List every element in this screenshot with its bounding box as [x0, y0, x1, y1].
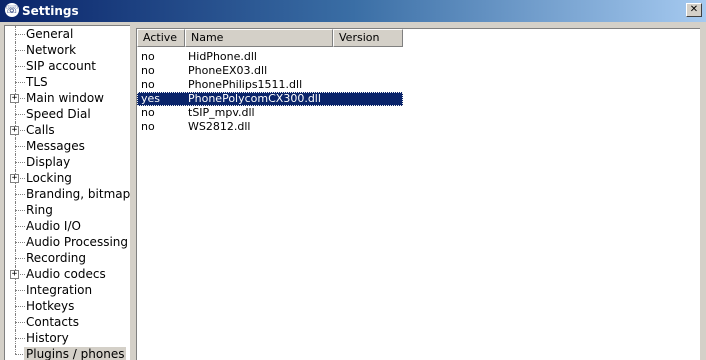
tree-item-label: Plugins / phones — [24, 347, 127, 360]
tree-item[interactable]: Plugins / phones — [5, 346, 129, 360]
tree-item[interactable]: Network — [5, 42, 129, 58]
name-cell: PhoneEX03.dll — [188, 64, 268, 77]
tree-item-label: Network — [26, 43, 77, 57]
tree-item-label: Locking — [26, 171, 72, 185]
tree-item-label: Recording — [26, 251, 87, 265]
tree-branch-line — [15, 50, 25, 51]
tree-item-label: Audio Processing — [26, 235, 128, 249]
tree-branch-line — [15, 66, 25, 67]
tree-item[interactable]: Speed Dial — [5, 106, 129, 122]
close-button[interactable]: ✕ — [686, 3, 702, 17]
column-header-version[interactable]: Version — [333, 29, 403, 47]
column-header-active[interactable]: Active — [137, 29, 185, 47]
table-row[interactable]: no WS2812.dll — [137, 120, 403, 134]
active-cell: no — [141, 106, 155, 119]
tree-item-label: Messages — [26, 139, 85, 153]
active-cell: no — [141, 120, 155, 133]
active-cell: no — [141, 78, 155, 91]
tree-item-label: Calls — [26, 123, 55, 137]
tree-item[interactable]: + Main window — [5, 90, 129, 106]
tree-branch-line — [15, 34, 25, 35]
tree-branch-line — [15, 114, 25, 115]
tree-branch-line — [15, 194, 25, 195]
tree-branch-line — [15, 306, 25, 307]
tree-item-label: Ring — [26, 203, 53, 217]
name-cell: PhonePhilips1511.dll — [188, 78, 303, 91]
title-bar: ☏ Settings ✕ — [0, 0, 706, 22]
tree-item-label: TLS — [26, 75, 48, 89]
plugins-list[interactable]: Active Name Version no HidPhone.dll no Phon… — [136, 28, 700, 360]
tree-item-label: Audio I/O — [26, 219, 81, 233]
tree-branch-line — [15, 322, 25, 323]
name-cell: PhonePolycomCX300.dll — [188, 92, 321, 105]
tree-item-label: Contacts — [26, 315, 79, 329]
tree-item[interactable]: + Audio codecs — [5, 266, 129, 282]
active-cell: no — [141, 50, 155, 63]
tree-item-label: Audio codecs — [26, 267, 106, 281]
name-cell: tSIP_mpv.dll — [188, 106, 255, 119]
tree-item[interactable]: Audio I/O — [5, 218, 129, 234]
tree-branch-line — [15, 146, 25, 147]
tree-branch-line — [15, 290, 25, 291]
name-cell: HidPhone.dll — [188, 50, 257, 63]
tree-item[interactable]: History — [5, 330, 129, 346]
column-header-name[interactable]: Name — [185, 29, 333, 47]
tree-item-label: Display — [26, 155, 71, 169]
tree-item[interactable]: TLS — [5, 74, 129, 90]
tree-branch-line — [15, 210, 25, 211]
expand-plus-icon[interactable]: + — [10, 174, 19, 183]
tree-branch-line — [15, 242, 25, 243]
tree-item-label: Integration — [26, 283, 93, 297]
tree-item-label: History — [26, 331, 69, 345]
window-title: Settings — [22, 4, 79, 18]
tree-item[interactable]: Branding, bitmaps — [5, 186, 130, 202]
table-row[interactable]: no tSIP_mpv.dll — [137, 106, 403, 120]
tree-item-label: Hotkeys — [26, 299, 75, 313]
expand-plus-icon[interactable]: + — [10, 126, 19, 135]
tree-item[interactable]: Display — [5, 154, 129, 170]
active-cell: no — [141, 64, 155, 77]
tree-item[interactable]: Contacts — [5, 314, 129, 330]
tree-item-label: General — [26, 27, 74, 41]
tree-item[interactable]: SIP account — [5, 58, 129, 74]
tree-branch-line — [15, 338, 25, 339]
active-cell: yes — [141, 92, 161, 105]
tree-branch-line — [15, 162, 25, 163]
tree-item-label: Branding, bitmaps — [26, 187, 130, 201]
settings-category-tree[interactable]: General Network SIP account TLS + Main window… — [4, 25, 130, 360]
tree-item[interactable]: Ring — [5, 202, 129, 218]
table-row[interactable]: no PhoneEX03.dll — [137, 64, 403, 78]
tree-branch-line — [15, 258, 25, 259]
table-row[interactable]: no HidPhone.dll — [137, 50, 403, 64]
tree-item[interactable]: + Calls — [5, 122, 129, 138]
tree-item[interactable]: Messages — [5, 138, 129, 154]
expand-plus-icon[interactable]: + — [10, 270, 19, 279]
table-row[interactable]: no PhonePhilips1511.dll — [137, 78, 403, 92]
tree-connector-line — [15, 346, 16, 354]
name-cell: WS2812.dll — [188, 120, 251, 133]
tree-item[interactable]: Recording — [5, 250, 129, 266]
tree-item[interactable]: + Locking — [5, 170, 129, 186]
tree-branch-line — [15, 82, 25, 83]
table-row[interactable]: yes PhonePolycomCX300.dll — [137, 92, 403, 106]
tree-item-label: SIP account — [26, 59, 97, 73]
expand-plus-icon[interactable]: + — [10, 94, 19, 103]
tree-item[interactable]: Hotkeys — [5, 298, 129, 314]
tree-item-label: Speed Dial — [26, 107, 91, 121]
tree-item[interactable]: Integration — [5, 282, 129, 298]
tree-item-label: Main window — [26, 91, 104, 105]
tree-branch-line — [15, 226, 25, 227]
app-phone-icon: ☏ — [5, 3, 19, 17]
tree-item[interactable]: Audio Processing — [5, 234, 129, 250]
tree-item[interactable]: General — [5, 26, 129, 42]
